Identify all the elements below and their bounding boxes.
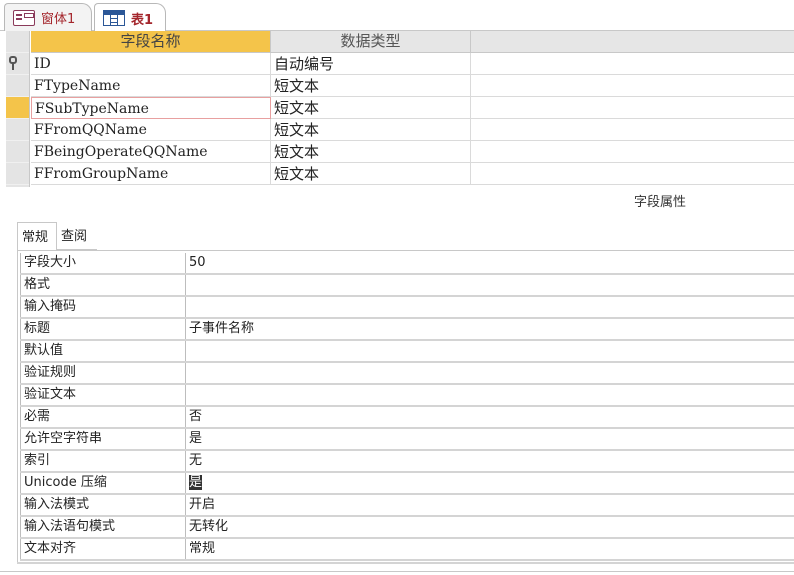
property-label: 索引 — [20, 451, 186, 471]
column-header-description[interactable] — [471, 31, 794, 53]
document-tab-bar: 窗体1 表1 — [0, 0, 794, 32]
data-type-cell[interactable]: 短文本 — [271, 119, 471, 141]
description-cell[interactable] — [471, 141, 794, 163]
table-row-current: FSubTypeName 短文本 — [31, 97, 794, 119]
property-value[interactable]: 50 — [186, 253, 794, 273]
description-cell[interactable] — [471, 75, 794, 97]
table-row: FBeingOperateQQName 短文本 — [31, 141, 794, 163]
property-value[interactable] — [186, 363, 794, 383]
property-label: 输入掩码 — [20, 297, 186, 317]
property-value[interactable]: 无转化 — [186, 517, 794, 537]
column-header-field-name[interactable]: 字段名称 — [31, 31, 271, 53]
row-selector[interactable] — [6, 163, 29, 185]
description-cell[interactable] — [471, 97, 794, 119]
property-value[interactable]: 否 — [186, 407, 794, 427]
row-selector-column — [6, 31, 30, 187]
property-label: 验证规则 — [20, 363, 186, 383]
row-selector[interactable] — [6, 141, 29, 163]
data-type-cell[interactable]: 短文本 — [271, 141, 471, 163]
property-label: 输入法语句模式 — [20, 517, 186, 537]
field-name-cell[interactable]: FTypeName — [31, 75, 271, 97]
description-cell[interactable] — [471, 119, 794, 141]
window-bottom-edge — [0, 571, 794, 575]
tab-general[interactable]: 常规 — [17, 222, 57, 250]
field-name-cell[interactable]: FFromQQName — [31, 119, 271, 141]
property-value[interactable]: 常规 — [186, 539, 794, 559]
property-sheet: 字段大小 50 格式 输入掩码 标题 子事件名称 默认值 验证规则 验证文本 必… — [17, 250, 794, 562]
property-label: 文本对齐 — [20, 539, 186, 559]
property-row: 输入法语句模式 无转化 — [20, 517, 794, 539]
property-row: 验证文本 — [20, 385, 794, 407]
row-selector-current[interactable] — [6, 97, 29, 119]
property-label: 默认值 — [20, 341, 186, 361]
tab-form1[interactable]: 窗体1 — [4, 3, 92, 31]
description-cell[interactable] — [471, 163, 794, 185]
field-rows: ID 自动编号 FTypeName 短文本 FSubTypeName 短文本 F… — [31, 53, 794, 185]
tab-table1[interactable]: 表1 — [94, 3, 166, 32]
form-icon — [13, 9, 35, 26]
data-type-cell[interactable]: 短文本 — [271, 163, 471, 185]
table-row: ID 自动编号 — [31, 53, 794, 75]
table-icon — [103, 10, 125, 26]
property-value[interactable] — [186, 341, 794, 361]
property-row: 默认值 — [20, 341, 794, 363]
property-label: 必需 — [20, 407, 186, 427]
field-properties-title: 字段属性 — [634, 195, 687, 210]
property-row: 格式 — [20, 275, 794, 297]
field-name-cell[interactable]: FSubTypeName — [31, 97, 271, 119]
table-row: FFromQQName 短文本 — [31, 119, 794, 141]
property-sheet-bottom-border — [17, 562, 794, 564]
row-selector[interactable] — [6, 75, 29, 97]
primary-key-icon[interactable] — [6, 53, 29, 75]
property-row: 验证规则 — [20, 363, 794, 385]
property-value-selected[interactable]: 是 — [186, 473, 794, 493]
tab-lookup[interactable]: 查阅 — [57, 222, 97, 250]
field-design-grid: 字段名称 数据类型 ID 自动编号 FTypeName 短文本 FSubType… — [6, 31, 794, 187]
property-value[interactable]: 无 — [186, 451, 794, 471]
property-label: 格式 — [20, 275, 186, 295]
property-row: 输入法模式 开启 — [20, 495, 794, 517]
property-value[interactable]: 是 — [186, 429, 794, 449]
property-row: 文本对齐 常规 — [20, 539, 794, 561]
property-label: 字段大小 — [20, 253, 186, 273]
property-label: 允许空字符串 — [20, 429, 186, 449]
property-row: 标题 子事件名称 — [20, 319, 794, 341]
property-value[interactable] — [186, 297, 794, 317]
property-value[interactable]: 开启 — [186, 495, 794, 515]
data-type-cell[interactable]: 短文本 — [271, 75, 471, 97]
property-value[interactable] — [186, 385, 794, 405]
field-name-cell[interactable]: ID — [31, 53, 271, 75]
table-row: FFromGroupName 短文本 — [31, 163, 794, 185]
tab-form1-label: 窗体1 — [41, 12, 76, 27]
property-label: Unicode 压缩 — [20, 473, 186, 493]
property-row: 允许空字符串 是 — [20, 429, 794, 451]
property-row: 字段大小 50 — [20, 253, 794, 275]
row-selector[interactable] — [6, 119, 29, 141]
field-name-cell[interactable]: FFromGroupName — [31, 163, 271, 185]
select-all-corner[interactable] — [6, 31, 29, 53]
data-type-cell[interactable]: 自动编号 — [271, 53, 471, 75]
property-label: 标题 — [20, 319, 186, 339]
field-name-cell[interactable]: FBeingOperateQQName — [31, 141, 271, 163]
property-value[interactable]: 子事件名称 — [186, 319, 794, 339]
selected-value-text: 是 — [189, 475, 203, 490]
tab-table1-label: 表1 — [131, 12, 154, 28]
description-cell[interactable] — [471, 53, 794, 75]
property-row: 必需 否 — [20, 407, 794, 429]
table-row: FTypeName 短文本 — [31, 75, 794, 97]
property-label: 验证文本 — [20, 385, 186, 405]
property-value[interactable] — [186, 275, 794, 295]
data-type-cell[interactable]: 短文本 — [271, 97, 471, 119]
property-label: 输入法模式 — [20, 495, 186, 515]
column-header-data-type[interactable]: 数据类型 — [271, 31, 471, 53]
property-row: 索引 无 — [20, 451, 794, 473]
property-row: Unicode 压缩 是 — [20, 473, 794, 495]
property-row: 输入掩码 — [20, 297, 794, 319]
